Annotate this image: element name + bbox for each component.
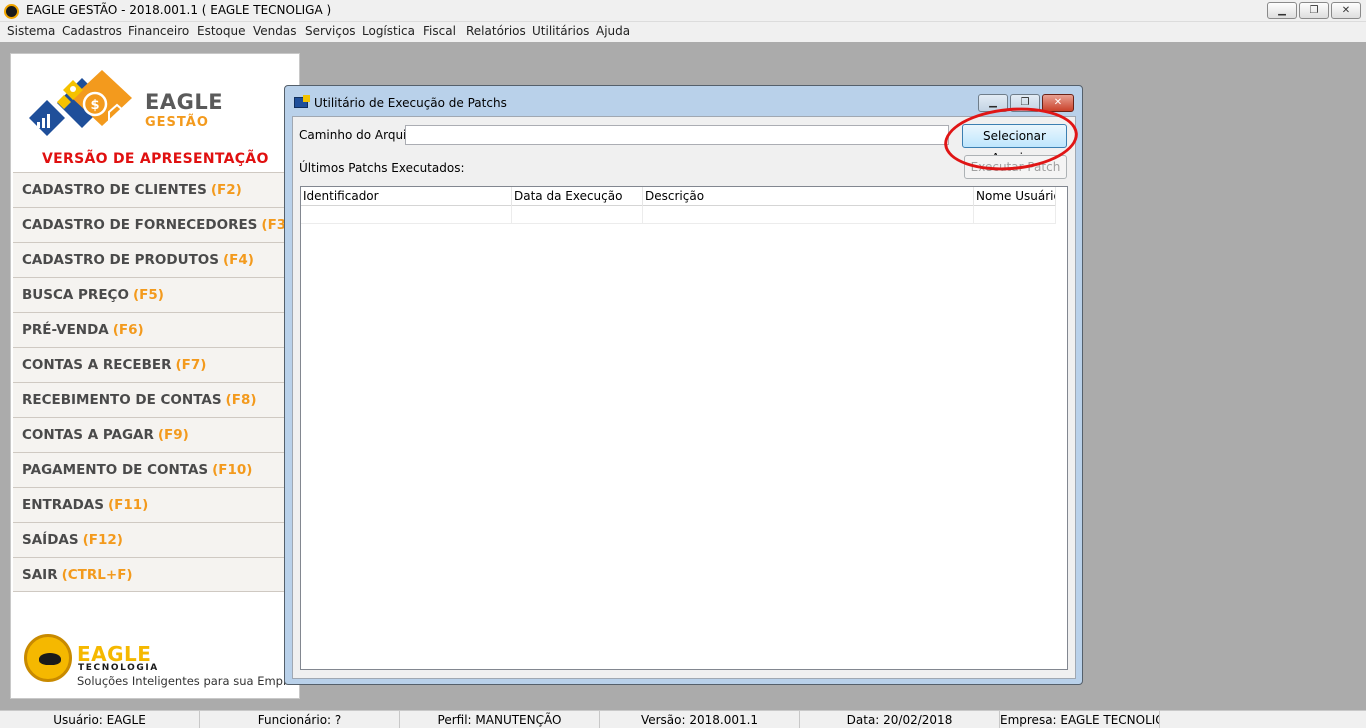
table-cell (512, 206, 643, 224)
nav-contas-receber[interactable]: CONTAS A RECEBER (F7) (13, 347, 298, 382)
status-versao: Versão: 2018.001.1 (600, 711, 800, 728)
nav-label: CADASTRO DE PRODUTOS (22, 252, 219, 268)
nav-label: RECEBIMENTO DE CONTAS (22, 392, 222, 408)
menu-servicos[interactable]: Serviços (305, 24, 356, 38)
status-empresa: Empresa: EAGLE TECNOLIGA (1000, 711, 1160, 728)
table-row[interactable] (301, 206, 1056, 224)
left-panel: $ EAGLE GESTÃO VERSÃO DE APRESENTAÇÃO CA… (10, 53, 300, 699)
column-data-execucao[interactable]: Data da Execução (512, 187, 643, 206)
table-cell (301, 206, 512, 224)
close-button[interactable]: ✕ (1331, 2, 1361, 19)
svg-text:$: $ (90, 98, 99, 113)
nav-shortcut: (F8) (225, 392, 257, 408)
nav-shortcut: (CTRL+F) (61, 567, 133, 583)
nav-contas-pagar[interactable]: CONTAS A PAGAR (F9) (13, 417, 298, 452)
menu-bar: Sistema Cadastros Financeiro Estoque Ven… (0, 22, 1366, 42)
nav-shortcut: (F2) (210, 182, 242, 198)
menu-financeiro[interactable]: Financeiro (128, 24, 189, 38)
status-funcionario: Funcionário: ? (200, 711, 400, 728)
dialog-window-icon (294, 95, 310, 108)
nav-label: BUSCA PREÇO (22, 287, 129, 303)
last-patches-label: Últimos Patchs Executados: (299, 161, 465, 175)
eagle-gestao-logo: $ (29, 70, 132, 136)
menu-estoque[interactable]: Estoque (197, 24, 246, 38)
window-titlebar: EAGLE GESTÃO - 2018.001.1 ( EAGLE TECNOL… (0, 0, 1366, 22)
patches-table[interactable]: Identificador Data da Execução Descrição… (300, 186, 1068, 670)
execute-patch-button[interactable]: Executar Patch (964, 155, 1067, 179)
nav-label: PRÉ-VENDA (22, 322, 109, 338)
menu-fiscal[interactable]: Fiscal (423, 24, 456, 38)
nav-label: CADASTRO DE FORNECEDORES (22, 217, 258, 233)
nav-label: CADASTRO DE CLIENTES (22, 182, 207, 198)
logo-subtitle: GESTÃO (145, 115, 209, 130)
nav-recebimento-contas[interactable]: RECEBIMENTO DE CONTAS (F8) (13, 382, 298, 417)
select-file-button[interactable]: Selecionar Arquivo (962, 124, 1067, 165)
footer-slogan: Soluções Inteligentes para sua Empresa (77, 674, 299, 688)
shortcut-nav: CADASTRO DE CLIENTES (F2) CADASTRO DE FOR… (13, 172, 298, 592)
nav-shortcut: (F12) (82, 532, 123, 548)
status-bar: Usuário: EAGLE Funcionário: ? Perfil: MA… (0, 710, 1366, 728)
nav-label: ENTRADAS (22, 497, 104, 513)
nav-shortcut: (F9) (157, 427, 189, 443)
table-header: Identificador Data da Execução Descrição… (301, 187, 1056, 206)
menu-sistema[interactable]: Sistema (7, 24, 55, 38)
status-usuario: Usuário: EAGLE (0, 711, 200, 728)
nav-cadastro-clientes[interactable]: CADASTRO DE CLIENTES (F2) (13, 172, 298, 207)
nav-shortcut: (F4) (222, 252, 254, 268)
window-title: EAGLE GESTÃO - 2018.001.1 ( EAGLE TECNOL… (26, 3, 332, 17)
nav-shortcut: (F7) (175, 357, 207, 373)
nav-label: SAÍDAS (22, 532, 79, 548)
restore-button[interactable]: ❐ (1299, 2, 1329, 19)
nav-busca-preco[interactable]: BUSCA PREÇO (F5) (13, 277, 298, 312)
menu-cadastros[interactable]: Cadastros (62, 24, 122, 38)
dialog-body: Caminho do Arquivo: Selecionar Arquivo E… (292, 116, 1076, 679)
column-descricao[interactable]: Descrição (643, 187, 974, 206)
demo-version-label: VERSÃO DE APRESENTAÇÃO (42, 151, 269, 167)
dialog-close-button[interactable]: ✕ (1042, 94, 1074, 112)
nav-label: PAGAMENTO DE CONTAS (22, 462, 209, 478)
menu-utilitarios[interactable]: Utilitários (532, 24, 589, 38)
status-data: Data: 20/02/2018 (800, 711, 1000, 728)
logo-name: EAGLE (145, 90, 224, 114)
nav-saidas[interactable]: SAÍDAS (F12) (13, 522, 298, 557)
dialog-minimize-button[interactable]: ▁ (978, 94, 1008, 112)
file-path-input[interactable] (405, 125, 949, 145)
status-perfil: Perfil: MANUTENÇÃO (400, 711, 600, 728)
dialog-titlebar: Utilitário de Execução de Patchs ▁ ❐ ✕ (285, 86, 1082, 114)
footer-brand-tecnologia: TECNOLOGIA (78, 663, 159, 673)
nav-cadastro-fornecedores[interactable]: CADASTRO DE FORNECEDORES (F3) (13, 207, 298, 242)
minimize-button[interactable]: ▁ (1267, 2, 1297, 19)
column-nome-usuario[interactable]: Nome Usuário (974, 187, 1056, 206)
dialog-maximize-button[interactable]: ❐ (1010, 94, 1040, 112)
nav-label: CONTAS A PAGAR (22, 427, 154, 443)
nav-sair[interactable]: SAIR (CTRL+F) (13, 557, 298, 592)
menu-ajuda[interactable]: Ajuda (596, 24, 630, 38)
nav-pre-venda[interactable]: PRÉ-VENDA (F6) (13, 312, 298, 347)
column-identificador[interactable]: Identificador (301, 187, 512, 206)
menu-relatorios[interactable]: Relatórios (466, 24, 526, 38)
nav-label: CONTAS A RECEBER (22, 357, 172, 373)
nav-shortcut: (F5) (132, 287, 164, 303)
nav-pagamento-contas[interactable]: PAGAMENTO DE CONTAS (F10) (13, 452, 298, 487)
app-eagle-icon (4, 4, 19, 19)
menu-vendas[interactable]: Vendas (253, 24, 297, 38)
nav-shortcut: (F11) (107, 497, 149, 513)
patch-utility-dialog: Utilitário de Execução de Patchs ▁ ❐ ✕ C… (284, 85, 1083, 685)
nav-entradas[interactable]: ENTRADAS (F11) (13, 487, 298, 522)
nav-shortcut: (F6) (112, 322, 144, 338)
eagle-tecnologia-logo-icon (24, 634, 72, 682)
table-cell (643, 206, 974, 224)
menu-logistica[interactable]: Logística (362, 24, 415, 38)
table-cell (974, 206, 1056, 224)
nav-label: SAIR (22, 567, 58, 583)
nav-cadastro-produtos[interactable]: CADASTRO DE PRODUTOS (F4) (13, 242, 298, 277)
dialog-title: Utilitário de Execução de Patchs (314, 96, 507, 110)
nav-shortcut: (F10) (212, 462, 253, 478)
